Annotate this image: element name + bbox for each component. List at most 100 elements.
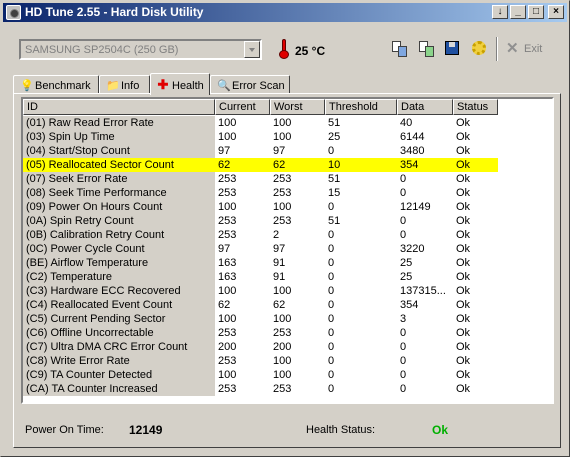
- cell-status: Ok: [456, 369, 471, 381]
- exit-label: Exit: [524, 43, 543, 55]
- cell-data: 3220: [400, 243, 425, 255]
- drive-select[interactable]: SAMSUNG SP2504C (250 GB): [19, 39, 262, 60]
- cell-worst: 91: [273, 257, 286, 269]
- column-header-current[interactable]: Current: [215, 99, 270, 115]
- table-row[interactable]: (BE) Airflow Temperature 163 91 0 25 Ok: [23, 256, 552, 270]
- table-row[interactable]: (05) Reallocated Sector Count 62 62 10 354 Ok: [23, 158, 498, 172]
- cell-worst: 2: [273, 229, 280, 241]
- table-row[interactable]: (0C) Power Cycle Count 97 97 0 3220 Ok: [23, 242, 552, 256]
- cell-id: (03) Spin Up Time: [23, 130, 215, 144]
- cell-threshold: 0: [328, 229, 335, 241]
- rollup-button[interactable]: ↓: [492, 5, 508, 19]
- cell-worst: 97: [273, 243, 286, 255]
- table-row[interactable]: (01) Raw Read Error Rate 100 100 51 40 Ok: [23, 116, 552, 130]
- cell-id: (C5) Current Pending Sector: [23, 312, 215, 326]
- cell-id: (CA) TA Counter Increased: [23, 382, 215, 396]
- cell-threshold: 0: [328, 201, 335, 213]
- column-header-status[interactable]: Status: [453, 99, 498, 115]
- cell-current: 253: [218, 173, 237, 185]
- table-row[interactable]: (C7) Ultra DMA CRC Error Count 200 200 0 0 Ok: [23, 340, 552, 354]
- tab-health[interactable]: ✚ Health: [150, 73, 210, 95]
- table-row[interactable]: (03) Spin Up Time 100 100 25 6144 Ok: [23, 130, 552, 144]
- cell-current: 163: [218, 271, 237, 283]
- cell-worst: 253: [273, 383, 292, 395]
- cell-threshold: 25: [328, 131, 341, 143]
- cell-threshold: 0: [328, 299, 335, 311]
- cell-status: Ok: [456, 271, 471, 283]
- cell-threshold: 0: [328, 369, 335, 381]
- copy-all-button[interactable]: [417, 39, 437, 59]
- floppy-disk-icon: [445, 41, 459, 55]
- table-row[interactable]: (04) Start/Stop Count 97 97 0 3480 Ok: [23, 144, 552, 158]
- table-header: ID Current Worst Threshold Data Status: [23, 99, 552, 115]
- info-icon: 📁: [106, 80, 120, 92]
- cell-current: 200: [218, 341, 237, 353]
- column-header-threshold[interactable]: Threshold: [325, 99, 397, 115]
- minimize-button[interactable]: _: [510, 5, 526, 19]
- cell-status: Ok: [456, 159, 471, 171]
- cell-worst: 100: [273, 285, 292, 297]
- cell-threshold: 0: [328, 145, 335, 157]
- table-row[interactable]: (09) Power On Hours Count 100 100 0 12149 Ok: [23, 200, 552, 214]
- cell-status: Ok: [456, 201, 471, 213]
- column-header-worst[interactable]: Worst: [270, 99, 325, 115]
- cell-data: 354: [400, 299, 419, 311]
- cell-current: 253: [218, 355, 237, 367]
- table-row[interactable]: (C3) Hardware ECC Recovered 100 100 0 137315…: [23, 284, 552, 298]
- cell-threshold: 10: [328, 159, 341, 171]
- copy-info-button[interactable]: [390, 39, 410, 59]
- title-bar[interactable]: HD Tune 2.55 - Hard Disk Utility ↓ _ □ ×: [3, 3, 567, 22]
- cell-data: 137315...: [400, 285, 446, 297]
- cell-data: 0: [400, 229, 407, 241]
- cell-threshold: 15: [328, 187, 341, 199]
- cell-data: 40: [400, 117, 413, 129]
- cell-worst: 100: [273, 131, 292, 143]
- chevron-down-icon[interactable]: [244, 41, 260, 58]
- cell-current: 100: [218, 117, 237, 129]
- toolbar: SAMSUNG SP2504C (250 GB) 25 °C ✕ Exit: [7, 29, 565, 69]
- table-row[interactable]: (C6) Offline Uncorrectable 253 253 0 0 Ok: [23, 326, 552, 340]
- maximize-button[interactable]: □: [528, 5, 544, 19]
- options-button[interactable]: [470, 39, 490, 59]
- table-row[interactable]: (07) Seek Error Rate 253 253 51 0 Ok: [23, 172, 552, 186]
- cell-data: 354: [400, 159, 419, 171]
- table-row[interactable]: (C9) TA Counter Detected 100 100 0 0 Ok: [23, 368, 552, 382]
- benchmark-icon: 💡: [20, 80, 34, 92]
- table-row[interactable]: (C2) Temperature 163 91 0 25 Ok: [23, 270, 552, 284]
- cell-threshold: 0: [328, 327, 335, 339]
- table-row[interactable]: (C8) Write Error Rate 253 100 0 0 Ok: [23, 354, 552, 368]
- cell-current: 100: [218, 131, 237, 143]
- smart-attributes-table[interactable]: ID Current Worst Threshold Data Status (…: [21, 97, 554, 404]
- table-row[interactable]: (C4) Reallocated Event Count 62 62 0 354 Ok: [23, 298, 552, 312]
- table-row[interactable]: (0B) Calibration Retry Count 253 2 0 0 Ok: [23, 228, 552, 242]
- column-header-id[interactable]: ID: [23, 99, 215, 115]
- save-button[interactable]: [443, 39, 463, 59]
- column-header-data[interactable]: Data: [397, 99, 453, 115]
- cell-threshold: 0: [328, 341, 335, 353]
- cell-data: 0: [400, 327, 407, 339]
- cell-id: (C2) Temperature: [23, 270, 215, 284]
- close-button[interactable]: ×: [548, 5, 564, 19]
- table-row[interactable]: (C5) Current Pending Sector 100 100 0 3 Ok: [23, 312, 552, 326]
- cell-current: 97: [218, 243, 231, 255]
- cell-threshold: 0: [328, 285, 335, 297]
- exit-button[interactable]: ✕ Exit: [504, 39, 560, 59]
- gear-icon: [472, 41, 486, 55]
- tab-benchmark[interactable]: 💡Benchmark: [13, 75, 99, 94]
- cell-data: 0: [400, 173, 407, 185]
- table-row[interactable]: (08) Seek Time Performance 253 253 15 0 Ok: [23, 186, 552, 200]
- cell-data: 6144: [400, 131, 425, 143]
- cell-current: 253: [218, 383, 237, 395]
- cell-status: Ok: [456, 131, 471, 143]
- cell-worst: 100: [273, 355, 292, 367]
- cell-current: 100: [218, 369, 237, 381]
- table-row[interactable]: (0A) Spin Retry Count 253 253 51 0 Ok: [23, 214, 552, 228]
- table-row[interactable]: (CA) TA Counter Increased 253 253 0 0 Ok: [23, 382, 552, 396]
- cell-threshold: 0: [328, 257, 335, 269]
- cell-threshold: 0: [328, 383, 335, 395]
- tab-error-scan[interactable]: 🔍Error Scan: [210, 75, 290, 94]
- cell-data: 0: [400, 355, 407, 367]
- tab-info[interactable]: 📁Info: [99, 75, 150, 94]
- temperature-readout: 25 °C: [295, 44, 326, 58]
- cell-id: (09) Power On Hours Count: [23, 200, 215, 214]
